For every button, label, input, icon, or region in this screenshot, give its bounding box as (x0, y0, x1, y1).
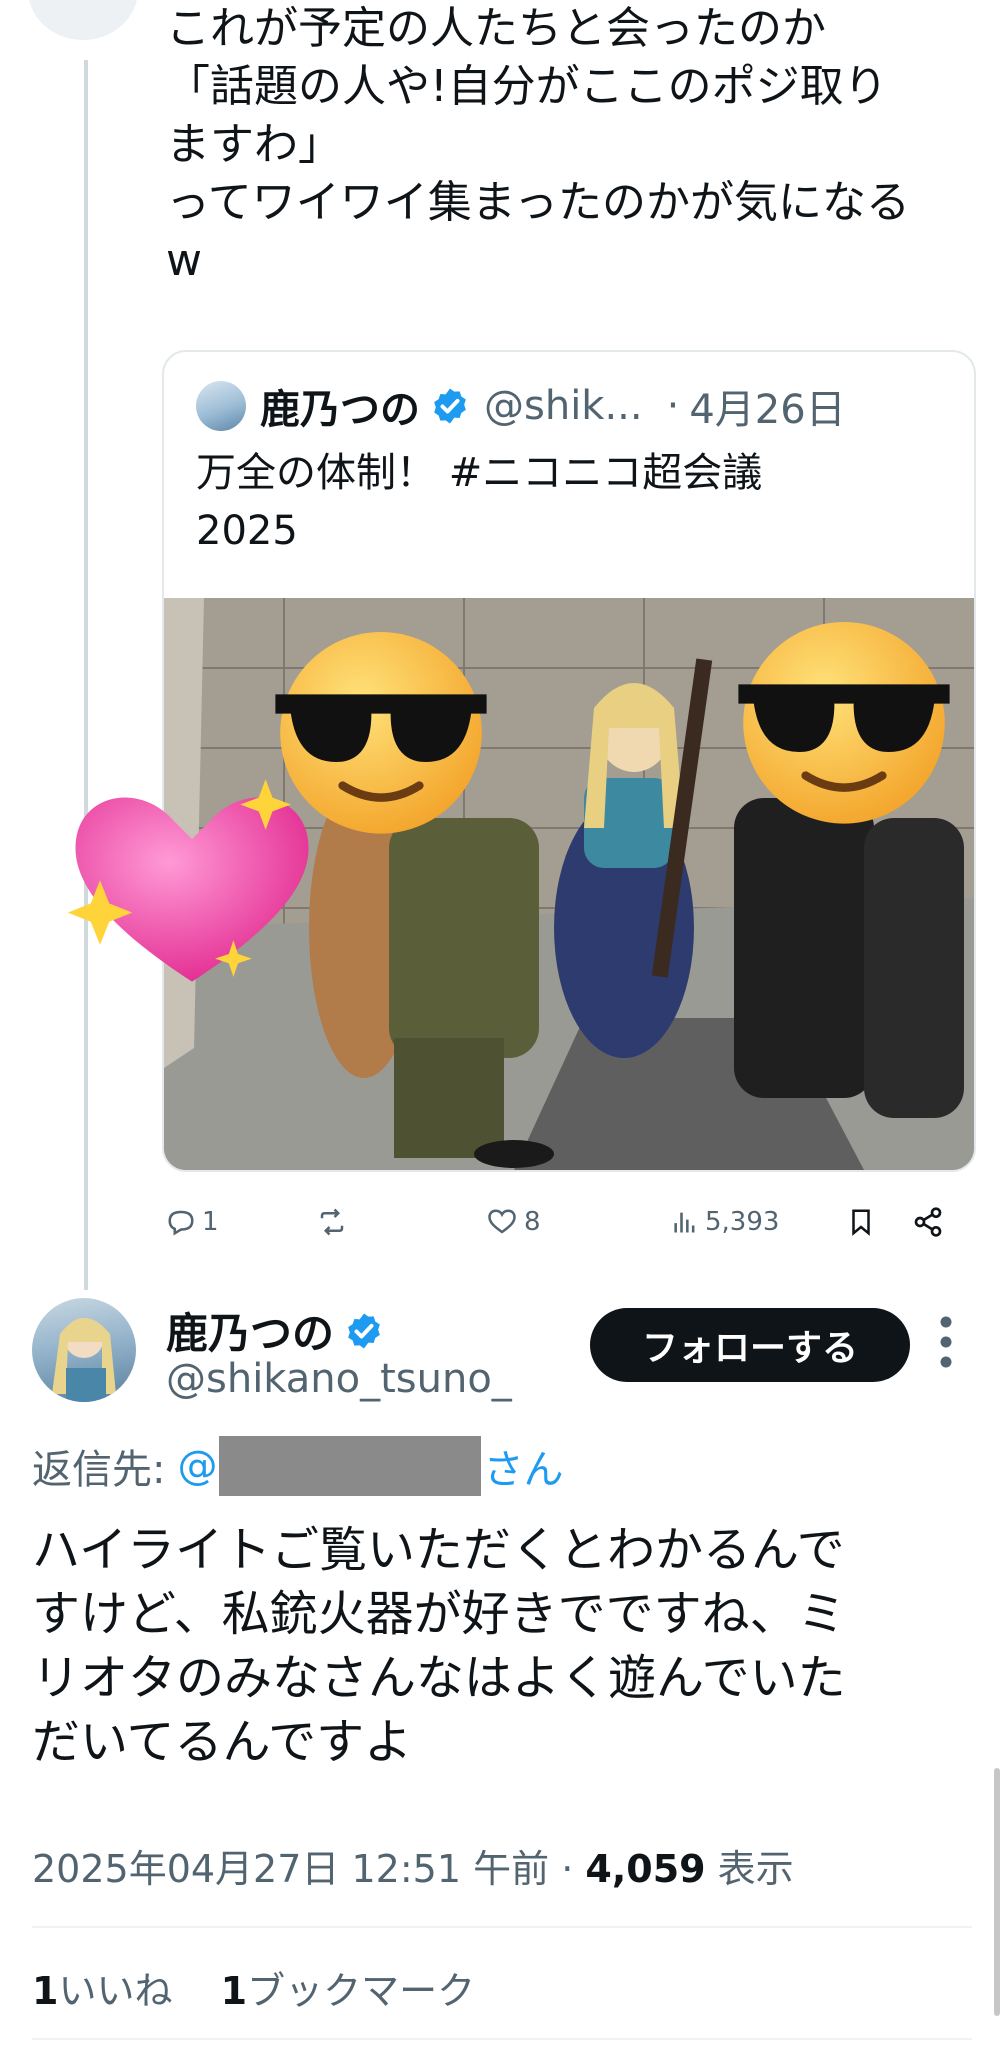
quoted-date[interactable]: 4月26日 (689, 377, 845, 435)
heart-sparkle-emoji (67, 779, 309, 982)
reply-to-line: 返信先: @ さん (32, 1436, 563, 1496)
reply-view-label: 表示 (717, 1847, 794, 1891)
reply-text-line: リオタのみなさんなはよく遊んでいた (32, 1650, 846, 1706)
reply-author-name[interactable]: 鹿乃つの (166, 1300, 334, 1361)
repost-button[interactable] (316, 1196, 354, 1248)
share-icon (914, 1207, 942, 1237)
follow-button[interactable]: フォローする (590, 1308, 910, 1382)
parent-action-bar: 1 8 5,393 (166, 1196, 966, 1248)
bookmark-icon (852, 1209, 870, 1236)
reply-view-count: 4,059 (585, 1847, 706, 1891)
bookmark-count: 1 (220, 1969, 248, 2013)
like-count: 8 (524, 1207, 541, 1237)
quoted-text-line: 万全の体制！ #ニコニコ超会議 (196, 450, 763, 496)
reply-meta: 2025年04月27日 12:51 午前 · 4,059 表示 (32, 1838, 794, 1893)
divider (32, 2038, 972, 2040)
bookmark-button[interactable] (846, 1196, 882, 1248)
like-button[interactable]: 8 (486, 1196, 541, 1248)
parent-text-line: w (166, 235, 202, 286)
views-button[interactable]: 5,393 (671, 1196, 779, 1248)
thread-line (84, 60, 88, 1290)
likes-stat[interactable]: 1いいね (32, 1969, 172, 2013)
parent-text-line: ますわ」 (166, 119, 342, 170)
quoted-author-name[interactable]: 鹿乃つの (260, 377, 420, 435)
like-icon (488, 1209, 516, 1234)
verified-badge-icon (434, 388, 466, 424)
views-icon (674, 1212, 695, 1233)
reply-button[interactable]: 1 (166, 1196, 219, 1248)
reply-author-handle[interactable]: @shikano_tsuno_ (166, 1356, 512, 1402)
quoted-tweet-header: 鹿乃つの @shik... · 4月26日 (196, 378, 846, 434)
reply-tweet-text: ハイライトご覧いただくとわかるんで すけど、私銃火器が好きでですね、ミ リオタの… (32, 1518, 972, 1774)
bookmarks-stat[interactable]: 1ブックマーク (221, 1969, 475, 2013)
separator-dot: · (666, 383, 680, 429)
reply-to-prefix: 返信先: (32, 1447, 166, 1493)
reply-icon (168, 1210, 194, 1236)
parent-text-line: これが予定の人たちと会ったのか (166, 3, 826, 54)
more-icon[interactable] (936, 1312, 956, 1372)
verified-badge-icon (348, 1313, 380, 1348)
view-count: 5,393 (705, 1207, 780, 1237)
like-label: いいね (58, 1969, 173, 2013)
divider (32, 1926, 972, 1928)
reply-to-suffix: さん (483, 1447, 564, 1493)
share-button[interactable] (912, 1196, 950, 1248)
parent-tweet-text: これが予定の人たちと会ったのか 「話題の人や!自分がここのポジ取り ますわ」 っ… (166, 0, 986, 290)
reply-text-line: すけど、私銃火器が好きでですね、ミ (32, 1586, 846, 1642)
quoted-author-handle: @shik... (484, 383, 643, 429)
scrollbar[interactable] (994, 1768, 1000, 2016)
separator-dot: · (561, 1847, 574, 1891)
quoted-tweet-text: 万全の体制！ #ニコニコ超会議 2025 (196, 444, 936, 560)
repost-icon (320, 1208, 344, 1236)
quoted-avatar[interactable] (196, 381, 246, 431)
parent-text-line: 「話題の人や!自分がここのポジ取り (166, 61, 888, 112)
reply-to-mention[interactable]: @ (177, 1443, 217, 1489)
reply-count: 1 (202, 1207, 219, 1237)
quoted-tweet-card[interactable]: 鹿乃つの @shik... · 4月26日 万全の体制！ #ニコニコ超会議 20… (162, 350, 976, 1172)
redacted-username (219, 1436, 482, 1496)
reply-text-line: ハイライトご覧いただくとわかるんで (32, 1522, 845, 1578)
like-count: 1 (32, 1969, 59, 2013)
reply-stats: 1いいね 1ブックマーク (32, 1960, 475, 2015)
reply-author-avatar[interactable] (32, 1298, 136, 1402)
reply-text-line: だいてるんですよ (32, 1714, 413, 1770)
avatar-illustration (52, 1318, 116, 1402)
parent-avatar[interactable] (28, 0, 138, 40)
parent-text-line: ってワイワイ集まったのかが気になる (166, 177, 911, 228)
sunglasses-emoji (738, 622, 950, 824)
bookmark-label: ブックマーク (247, 1969, 476, 2013)
quoted-text-line: 2025 (196, 508, 298, 554)
reply-timestamp[interactable]: 2025年04月27日 12:51 午前 (32, 1847, 549, 1891)
reply-author-name-row[interactable]: 鹿乃つの (166, 1300, 398, 1361)
